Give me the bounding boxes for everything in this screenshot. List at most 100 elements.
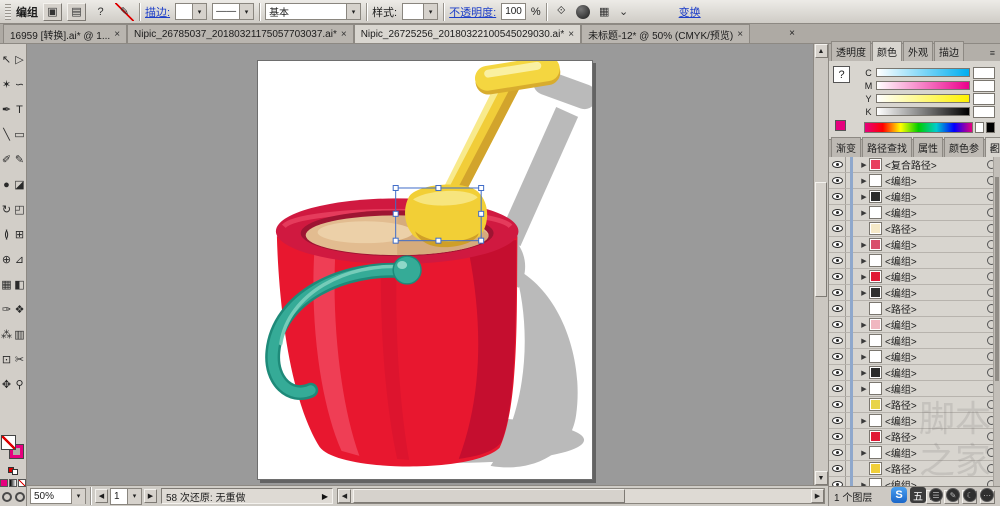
- direct-selection-tool[interactable]: ▷: [13, 47, 26, 72]
- ime-mode-label[interactable]: 五: [910, 487, 926, 503]
- scale-tool[interactable]: ◰: [13, 197, 26, 222]
- layer-name[interactable]: <编组>: [885, 413, 987, 428]
- rectangle-tool[interactable]: ▭: [13, 122, 26, 147]
- chevron-down-icon[interactable]: ▾: [239, 4, 254, 19]
- visibility-cell[interactable]: [829, 333, 846, 348]
- graphic-style-combo[interactable]: ▾: [402, 3, 439, 20]
- layer-thumbnail[interactable]: [869, 366, 882, 379]
- fill-proxy-icon[interactable]: ?: [833, 66, 850, 83]
- visibility-cell[interactable]: [829, 381, 846, 396]
- visibility-cell[interactable]: [829, 269, 846, 284]
- slider-y-bar[interactable]: [876, 94, 970, 103]
- expand-triangle-icon[interactable]: ▶: [859, 353, 869, 361]
- layer-thumbnail[interactable]: [869, 270, 882, 283]
- align-grid-icon[interactable]: ▦: [595, 3, 614, 21]
- opacity-link[interactable]: 不透明度:: [449, 4, 496, 20]
- tabbar-close-icon[interactable]: ×: [789, 28, 795, 39]
- bucket-shovel-artwork[interactable]: [258, 61, 592, 479]
- layer-name[interactable]: <路径>: [885, 301, 987, 316]
- layer-thumbnail[interactable]: [869, 430, 882, 443]
- default-colors-icon[interactable]: [7, 467, 19, 475]
- panel-menu-icon[interactable]: ≡: [990, 144, 995, 154]
- layer-name[interactable]: <编组>: [885, 189, 987, 204]
- visibility-cell[interactable]: [829, 365, 846, 380]
- slider-y-value[interactable]: [973, 92, 995, 105]
- slider-m-bar[interactable]: [876, 81, 970, 90]
- scroll-up-icon[interactable]: ▲: [814, 44, 828, 58]
- rotate-tool[interactable]: ↻: [0, 197, 13, 222]
- document-tab[interactable]: 16959 [转换].ai* @ 1... ×: [3, 24, 128, 43]
- expand-triangle-icon[interactable]: ▶: [859, 209, 869, 217]
- brush-definition-combo[interactable]: 基本 ▾: [265, 3, 362, 20]
- layer-thumbnail[interactable]: [869, 414, 882, 427]
- layer-name[interactable]: <编组>: [885, 317, 987, 332]
- layer-row[interactable]: ▶ <编组>: [829, 381, 1000, 397]
- layer-name[interactable]: <路径>: [885, 461, 987, 476]
- tab-close-icon[interactable]: ×: [737, 29, 743, 40]
- layer-thumbnail[interactable]: [869, 286, 882, 299]
- line-segment-tool[interactable]: ╲: [0, 122, 13, 147]
- vertical-scroll-thumb[interactable]: [815, 182, 827, 298]
- draw-mode-button[interactable]: [1, 492, 12, 502]
- layer-row[interactable]: ▶ <编组>: [829, 285, 1000, 301]
- zoom-tool[interactable]: ⚲: [13, 372, 26, 397]
- visibility-cell[interactable]: [829, 317, 846, 332]
- layer-thumbnail[interactable]: [869, 446, 882, 459]
- layer-row[interactable]: <路径>: [829, 221, 1000, 237]
- layer-thumbnail[interactable]: [869, 238, 882, 251]
- ime-moon-icon[interactable]: ☾: [963, 488, 977, 502]
- pencil-tool[interactable]: ✎: [13, 147, 26, 172]
- layer-row[interactable]: ▶ <编组>: [829, 413, 1000, 429]
- visibility-cell[interactable]: [829, 461, 846, 476]
- black-swatch[interactable]: [986, 122, 995, 133]
- prev-artboard-icon[interactable]: ◀: [95, 489, 108, 503]
- layer-row[interactable]: <路径>: [829, 429, 1000, 445]
- layer-name[interactable]: <编组>: [885, 349, 987, 364]
- canvas-pasteboard[interactable]: [27, 44, 813, 485]
- shape-builder-tool[interactable]: ⊕: [0, 247, 13, 272]
- expand-triangle-icon[interactable]: ▶: [859, 161, 869, 169]
- scroll-left-icon[interactable]: ◀: [338, 489, 351, 503]
- eyedropper-tool[interactable]: ✑: [0, 297, 13, 322]
- perspective-grid-tool[interactable]: ⊿: [13, 247, 26, 272]
- slider-k-value[interactable]: [973, 105, 995, 118]
- ime-menu-icon[interactable]: ☰: [929, 488, 943, 502]
- layer-thumbnail[interactable]: [869, 222, 882, 235]
- expand-triangle-icon[interactable]: ▶: [859, 385, 869, 393]
- next-artboard-icon[interactable]: ▶: [144, 489, 157, 503]
- layers-scrollbar[interactable]: [993, 157, 1000, 486]
- expand-triangle-icon[interactable]: ▶: [859, 257, 869, 265]
- layer-row[interactable]: ▶ <编组>: [829, 317, 1000, 333]
- isolate-group-icon[interactable]: ▤: [67, 2, 86, 21]
- stroke-weight-combo[interactable]: ▾: [175, 3, 208, 20]
- visibility-cell[interactable]: [829, 429, 846, 444]
- visibility-cell[interactable]: [829, 173, 846, 188]
- layer-name[interactable]: <编组>: [885, 381, 987, 396]
- panel-grip-icon[interactable]: [5, 3, 11, 20]
- ime-sogou-icon[interactable]: S: [891, 487, 907, 503]
- layer-name[interactable]: <编组>: [885, 477, 987, 486]
- eraser-tool[interactable]: ◪: [13, 172, 26, 197]
- layer-name[interactable]: <编组>: [885, 269, 987, 284]
- status-menu-icon[interactable]: ▶: [322, 492, 328, 501]
- expand-triangle-icon[interactable]: ▶: [859, 481, 869, 487]
- layer-row[interactable]: <路径>: [829, 461, 1000, 477]
- layer-name[interactable]: <编组>: [885, 333, 987, 348]
- expand-triangle-icon[interactable]: ▶: [859, 417, 869, 425]
- layer-thumbnail[interactable]: [869, 206, 882, 219]
- visibility-cell[interactable]: [829, 157, 846, 172]
- slider-c-value[interactable]: [973, 66, 995, 79]
- color-button[interactable]: [0, 479, 8, 487]
- blob-brush-tool[interactable]: ●: [0, 172, 13, 197]
- document-tab[interactable]: 未标题-12* @ 50% (CMYK/预览) ×: [581, 24, 751, 43]
- layer-name[interactable]: <编组>: [885, 253, 987, 268]
- layer-name[interactable]: <路径>: [885, 397, 987, 412]
- expand-triangle-icon[interactable]: ▶: [859, 369, 869, 377]
- slider-m-value[interactable]: [973, 79, 995, 92]
- free-transform-tool[interactable]: ⊞: [13, 222, 26, 247]
- recolor-artwork-icon[interactable]: [575, 4, 590, 19]
- visibility-cell[interactable]: [829, 205, 846, 220]
- ime-pen-icon[interactable]: ✎: [946, 488, 960, 502]
- symbol-sprayer-tool[interactable]: ⁂: [0, 322, 13, 347]
- panel-menu-icon[interactable]: ≡: [990, 48, 995, 58]
